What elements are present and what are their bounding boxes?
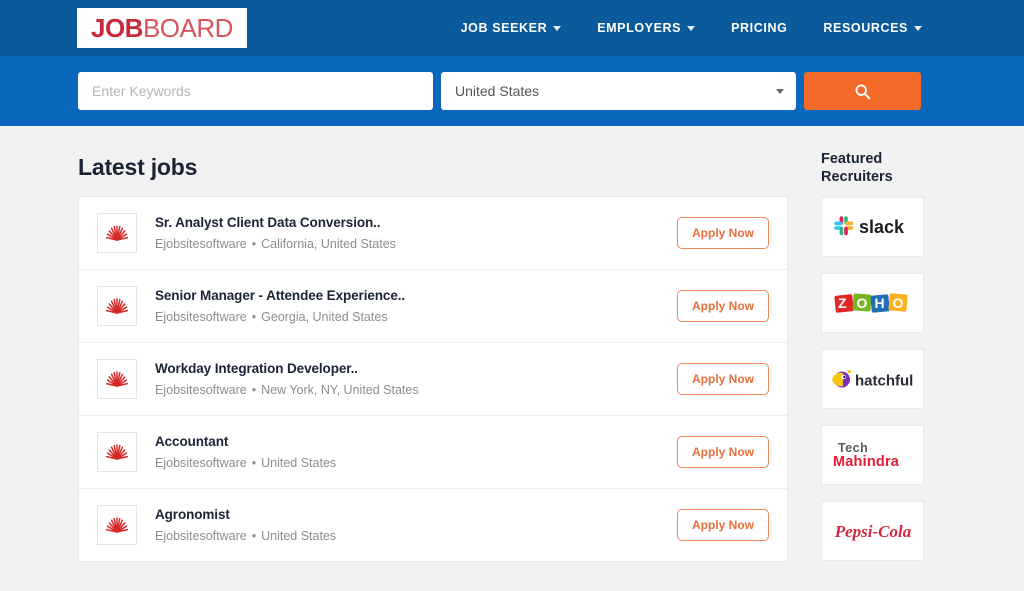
- chevron-down-icon: [553, 25, 562, 31]
- search-bar: United States: [0, 56, 1024, 126]
- job-details: Senior Manager - Attendee Experience.. E…: [155, 288, 677, 324]
- job-details: Workday Integration Developer.. Ejobsite…: [155, 361, 677, 397]
- table-row[interactable]: Agronomist Ejobsitesoftware • United State…: [79, 489, 787, 561]
- nav-item-resources[interactable]: RESOURCES: [823, 21, 922, 35]
- site-logo[interactable]: JOBBOARD: [77, 8, 247, 48]
- job-title[interactable]: Sr. Analyst Client Data Conversion..: [155, 215, 677, 230]
- job-list-column: Latest jobs Sr. Analyst Client Data Conv…: [78, 126, 788, 562]
- pepsi-cola-logo: Pepsi-Cola: [833, 522, 911, 541]
- job-location: United States: [261, 456, 337, 470]
- svg-text:Tech: Tech: [838, 441, 868, 455]
- search-submit-button[interactable]: [804, 72, 921, 110]
- svg-text:Mahindra: Mahindra: [833, 454, 900, 470]
- nav-item-label: EMPLOYERS: [597, 21, 682, 35]
- job-details: Accountant Ejobsitesoftware • United State…: [155, 434, 677, 470]
- job-company: Ejobsitesoftware: [155, 529, 247, 543]
- recruiter-card-zoho[interactable]: Z O H O: [821, 273, 924, 334]
- red-sunburst-icon: [105, 371, 129, 387]
- job-meta: Ejobsitesoftware • United States: [155, 456, 677, 470]
- sidebar-title-line2: Recruiters: [821, 169, 893, 186]
- meta-separator: •: [251, 237, 257, 251]
- recruiter-card-tech-mahindra[interactable]: Tech Mahindra: [821, 425, 924, 486]
- job-meta: Ejobsitesoftware • New York, NY, United St…: [155, 383, 677, 397]
- nav-item-label: PRICING: [731, 21, 788, 35]
- meta-separator: •: [251, 383, 257, 397]
- location-select[interactable]: United States: [441, 72, 796, 110]
- chevron-down-icon: [914, 25, 922, 31]
- apply-now-button[interactable]: Apply Now: [677, 436, 769, 468]
- job-company: Ejobsitesoftware: [155, 310, 247, 324]
- job-title[interactable]: Agronomist: [155, 507, 677, 522]
- nav-item-pricing[interactable]: PRICING: [731, 21, 787, 35]
- svg-text:slack: slack: [859, 217, 905, 237]
- hatchful-logo: hatchful: [831, 370, 913, 390]
- svg-text:O: O: [856, 295, 867, 311]
- job-location: United States: [261, 529, 337, 543]
- svg-text:H: H: [874, 295, 884, 311]
- table-row[interactable]: Senior Manager - Attendee Experience.. E…: [79, 270, 787, 343]
- job-title[interactable]: Senior Manager - Attendee Experience..: [155, 288, 677, 303]
- table-row[interactable]: Sr. Analyst Client Data Conversion.. Ejo…: [79, 197, 787, 270]
- red-sunburst-icon: [105, 225, 129, 241]
- nav-item-employers[interactable]: EMPLOYERS: [597, 21, 696, 35]
- nav-item-label: RESOURCES: [823, 21, 908, 35]
- job-company: Ejobsitesoftware: [155, 237, 247, 251]
- featured-recruiters-sidebar: Featured Recruiters slack Z O H O hatchf…: [821, 126, 924, 577]
- job-meta: Ejobsitesoftware • Georgia, United States: [155, 310, 677, 324]
- meta-separator: •: [251, 529, 257, 543]
- apply-now-button[interactable]: Apply Now: [677, 363, 769, 395]
- apply-now-button[interactable]: Apply Now: [677, 509, 769, 541]
- logo-text-primary: JOB: [91, 13, 143, 43]
- nav-item-job-seeker[interactable]: JOB SEEKER: [461, 21, 562, 35]
- company-logo: [97, 505, 137, 545]
- apply-now-button[interactable]: Apply Now: [677, 290, 769, 322]
- page-content: Latest jobs Sr. Analyst Client Data Conv…: [0, 126, 1024, 577]
- svg-text:Z: Z: [838, 295, 847, 311]
- meta-separator: •: [251, 310, 257, 324]
- search-keywords-input[interactable]: [78, 72, 433, 110]
- recruiter-card-slack[interactable]: slack: [821, 197, 924, 258]
- logo-text-secondary: BOARD: [142, 13, 233, 43]
- nav-item-label: JOB SEEKER: [460, 21, 548, 35]
- tech-mahindra-logo: Tech Mahindra: [833, 441, 900, 470]
- red-sunburst-icon: [105, 517, 129, 533]
- svg-text:Pepsi-Cola: Pepsi-Cola: [833, 522, 911, 541]
- job-meta: Ejobsitesoftware • United States: [155, 529, 677, 543]
- job-meta: Ejobsitesoftware • California, United Stat…: [155, 237, 677, 251]
- top-navigation-bar: JOBBOARD JOB SEEKER EMPLOYERS PRICING RE…: [0, 0, 1024, 56]
- slack-logo: slack: [833, 216, 905, 237]
- company-logo: [97, 286, 137, 326]
- main-menu: JOB SEEKER EMPLOYERS PRICING RESOURCES: [461, 21, 922, 35]
- apply-now-button[interactable]: Apply Now: [677, 217, 769, 249]
- job-location: California, United States: [261, 237, 396, 251]
- recruiter-card-hatchful[interactable]: hatchful: [821, 349, 924, 410]
- sidebar-title: Featured Recruiters: [821, 150, 924, 186]
- svg-text:O: O: [892, 295, 903, 311]
- recruiter-card-pepsi-cola[interactable]: Pepsi-Cola: [821, 501, 924, 562]
- page-title: Latest jobs: [78, 154, 198, 180]
- red-sunburst-icon: [105, 298, 129, 314]
- search-icon: [855, 84, 871, 99]
- company-logo: [97, 359, 137, 399]
- job-list: Sr. Analyst Client Data Conversion.. Ejo…: [78, 196, 788, 562]
- job-details: Sr. Analyst Client Data Conversion.. Ejo…: [155, 215, 677, 251]
- meta-separator: •: [251, 456, 257, 470]
- job-company: Ejobsitesoftware: [155, 383, 247, 397]
- company-logo: [97, 432, 137, 472]
- red-sunburst-icon: [105, 444, 129, 460]
- job-title[interactable]: Accountant: [155, 434, 677, 449]
- location-select-wrapper: United States: [441, 72, 796, 110]
- table-row[interactable]: Accountant Ejobsitesoftware • United State…: [79, 416, 787, 489]
- zoho-logo: Z O H O: [833, 293, 908, 313]
- table-row[interactable]: Workday Integration Developer.. Ejobsite…: [79, 343, 787, 416]
- job-details: Agronomist Ejobsitesoftware • United State…: [155, 507, 677, 543]
- company-logo: [97, 213, 137, 253]
- job-title[interactable]: Workday Integration Developer..: [155, 361, 677, 376]
- job-location: Georgia, United States: [261, 310, 388, 324]
- svg-text:hatchful: hatchful: [855, 373, 913, 390]
- chevron-down-icon: [687, 25, 696, 31]
- sidebar-title-line1: Featured: [821, 151, 883, 167]
- job-location: New York, NY, United States: [261, 383, 419, 397]
- job-company: Ejobsitesoftware: [155, 456, 247, 470]
